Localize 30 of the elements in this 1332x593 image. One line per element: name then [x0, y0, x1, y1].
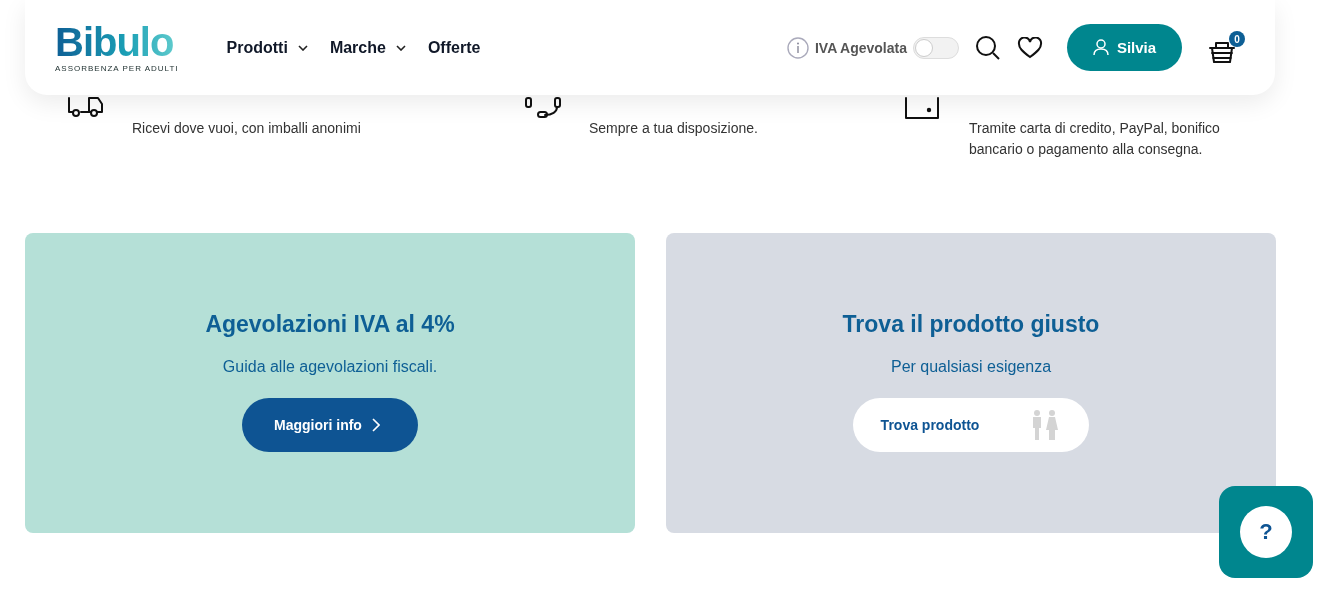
chevron-down-icon: [395, 44, 406, 51]
help-button[interactable]: ?: [1219, 486, 1313, 578]
truck-icon: [68, 97, 104, 117]
logo-tagline: ASSORBENZA PER ADULTI: [55, 64, 179, 73]
heart-icon[interactable]: [1017, 36, 1043, 59]
basket-icon: [1208, 40, 1236, 64]
nav-link[interactable]: Offerte: [427, 38, 481, 57]
promo-text: Per qualsiasi esigenza: [890, 358, 1052, 376]
nav-link[interactable]: Prodotti: [226, 38, 308, 57]
wallet-icon: [905, 97, 939, 119]
nav-link[interactable]: Marche: [329, 38, 406, 57]
info-icon: [786, 36, 809, 59]
feature-text: Tramite carta di credito, PayPal, bonifico bancario o pagamento alla consegna.: [969, 119, 1221, 159]
cart-count-badge: 0: [1229, 31, 1245, 47]
user-icon: [1092, 39, 1109, 56]
chevron-right-icon: [371, 418, 380, 432]
promo-button[interactable]: Maggiori info: [242, 398, 418, 452]
search-icon[interactable]: [975, 34, 1001, 61]
chevron-down-icon: [297, 44, 308, 51]
cart-button[interactable]: 0: [1208, 31, 1245, 64]
vat-label: IVA Agevolata: [814, 39, 907, 56]
promo-text: Guida alle agevolazioni fiscali.: [222, 358, 438, 376]
promo-button[interactable]: Trova prodotto: [852, 398, 1090, 452]
feature-text: Sempre a tua disposizione.: [589, 119, 759, 138]
headset-icon: [525, 97, 561, 119]
feature-text: Ricevi dove vuoi, con imballi anonimi: [132, 119, 362, 138]
vat-toggle[interactable]: [913, 36, 959, 59]
promo-title: Agevolazioni IVA al 4%: [205, 311, 455, 338]
promo-title: Trova il prodotto giusto: [842, 311, 1100, 338]
account-button[interactable]: Silvia: [1067, 24, 1182, 71]
